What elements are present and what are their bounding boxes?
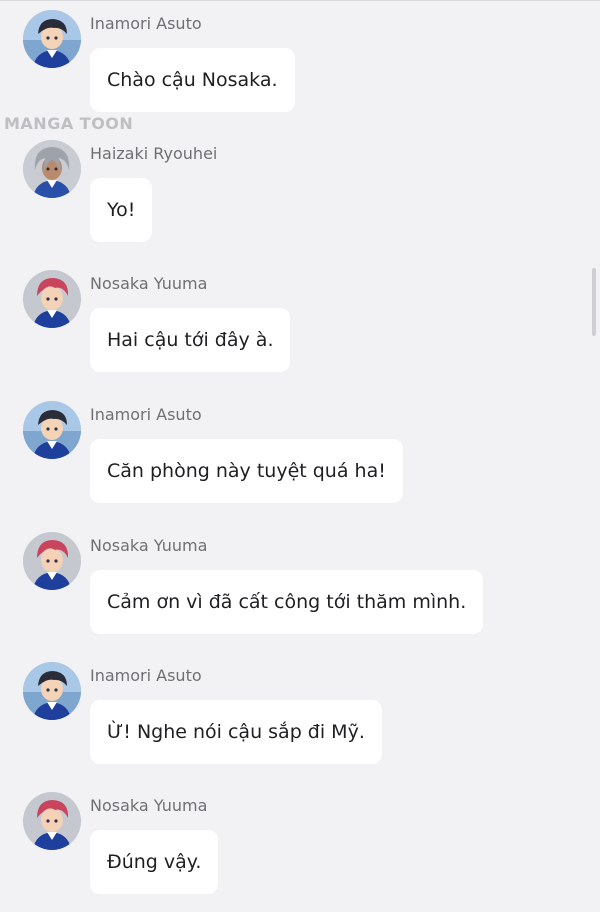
- message-bubble[interactable]: Cảm ơn vì đã cất công tới thăm mình.: [90, 570, 484, 634]
- message-bubble[interactable]: Yo!: [90, 178, 153, 242]
- sender-name: Inamori Asuto: [90, 14, 202, 33]
- avatar-nosaka[interactable]: [23, 532, 81, 590]
- sender-name: Haizaki Ryouhei: [90, 144, 218, 163]
- sender-name: Inamori Asuto: [90, 405, 202, 424]
- message-bubble[interactable]: Căn phòng này tuyệt quá ha!: [90, 439, 403, 503]
- sender-name: Nosaka Yuuma: [90, 274, 208, 293]
- scrollbar[interactable]: [592, 268, 596, 336]
- avatar-haizaki[interactable]: [23, 140, 81, 198]
- chat-message: Inamori Asuto Chào cậu Nosaka.: [0, 0, 600, 130]
- sender-name: Inamori Asuto: [90, 666, 202, 685]
- avatar-asuto[interactable]: [23, 662, 81, 720]
- chat-message: Haizaki Ryouhei Yo!: [0, 130, 600, 260]
- message-bubble[interactable]: Chào cậu Nosaka.: [90, 48, 295, 112]
- message-bubble[interactable]: Hai cậu tới đây à.: [90, 308, 291, 372]
- chat-message: Inamori Asuto Ừ! Nghe nói cậu sắp đi Mỹ.: [0, 652, 600, 782]
- chat-message: Nosaka Yuuma Hai cậu tới đây à.: [0, 260, 600, 390]
- avatar-asuto[interactable]: [23, 401, 81, 459]
- avatar-nosaka[interactable]: [23, 792, 81, 850]
- message-bubble[interactable]: Đúng vậy.: [90, 830, 219, 894]
- sender-name: Nosaka Yuuma: [90, 796, 208, 815]
- chat-thread[interactable]: Inamori Asuto Chào cậu Nosaka. Haizaki R…: [0, 0, 600, 903]
- watermark: MANGA TOON: [4, 114, 134, 133]
- sender-name: Nosaka Yuuma: [90, 536, 208, 555]
- avatar-nosaka[interactable]: [23, 270, 81, 328]
- chat-message: Nosaka Yuuma Cảm ơn vì đã cất công tới t…: [0, 522, 600, 652]
- avatar-asuto[interactable]: [23, 10, 81, 68]
- message-bubble[interactable]: Ừ! Nghe nói cậu sắp đi Mỹ.: [90, 700, 382, 764]
- chat-message: Nosaka Yuuma Đúng vậy.: [0, 782, 600, 912]
- chat-message: Inamori Asuto Căn phòng này tuyệt quá ha…: [0, 391, 600, 521]
